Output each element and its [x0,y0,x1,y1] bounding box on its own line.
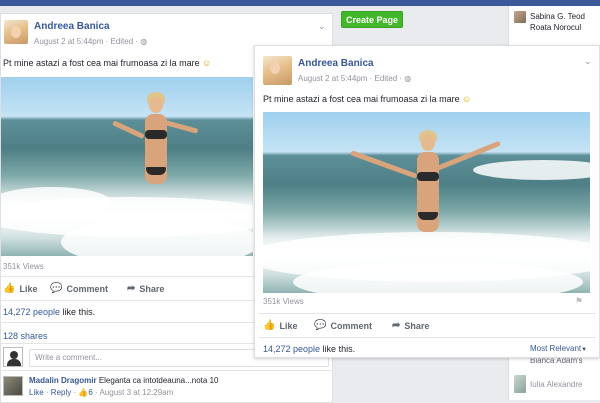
likes-summary: 14,272 people like this. [3,307,96,317]
like-button[interactable]: 👍 Like [3,283,37,294]
globe-icon: ◍ [404,74,412,83]
comment-icon: 💬 [314,320,327,331]
post-author[interactable]: Andreea Banica [34,21,110,32]
avatar [514,11,526,23]
post-video[interactable] [263,112,590,293]
avatar[interactable] [3,376,23,396]
create-page-button[interactable]: Create Page [341,11,403,28]
post-text: Pt mine astazi a fost cea mai frumoasa z… [3,58,212,68]
video-views: 351k Views [3,262,44,271]
chat-item[interactable]: Sabina G. Teod Roata Norocul [514,11,585,33]
avatar [3,347,23,367]
divider [258,337,596,338]
likes-summary: 14,272 people like this. [263,344,356,354]
post-author[interactable]: Andreea Banica [298,58,374,69]
comment-actions: Like · Reply · 👍6 · August 3 at 12:29am [29,388,174,397]
smile-icon: ☺ [202,58,212,68]
comment-reply-link[interactable]: Reply [51,388,71,397]
share-button[interactable]: ➦ Share [392,320,429,331]
share-button[interactable]: ➦ Share [127,283,164,294]
wave [473,160,590,180]
post-video[interactable] [1,77,253,256]
share-icon: ➦ [127,283,136,294]
smile-icon: ☺ [462,94,472,104]
post-timestamp: August 2 at 5:44pm · Edited · ◍ [34,37,148,46]
divider [258,313,596,314]
comment-like-link[interactable]: Like [29,388,44,397]
avatar[interactable] [263,56,292,85]
comment-button[interactable]: 💬 Comment [50,283,108,294]
chevron-down-icon[interactable]: ⌄ [584,56,592,67]
most-relevant-dropdown[interactable]: Most Relevant▼ [530,344,587,353]
comment-icon: 💬 [50,283,63,294]
avatar [514,375,526,393]
video-views: 351k Views [263,297,304,306]
chat-item[interactable]: Iulia Alexandre [514,375,582,393]
globe-icon: ◍ [140,37,148,46]
chevron-down-icon[interactable]: ⌄ [318,21,326,32]
comment-body: Madalin Dragomir Eleganta ca intotdeauna… [29,376,219,385]
post-text: Pt mine astazi a fost cea mai frumoasa z… [263,94,472,104]
like-button[interactable]: 👍 Like [263,320,297,331]
thumbs-up-icon: 👍 [263,320,276,331]
shares-link[interactable]: 128 shares [3,331,48,341]
comment-button[interactable]: 💬 Comment [314,320,372,331]
flag-icon[interactable]: ⚑ [575,296,583,306]
share-icon: ➦ [392,320,401,331]
thumbs-up-icon: 👍 [78,388,89,397]
caret-down-icon: ▼ [581,347,588,353]
post-timestamp: August 2 at 5:44pm · Edited · ◍ [298,74,412,83]
divider [0,370,333,371]
thumbs-up-icon: 👍 [3,283,16,294]
avatar[interactable] [4,20,28,44]
